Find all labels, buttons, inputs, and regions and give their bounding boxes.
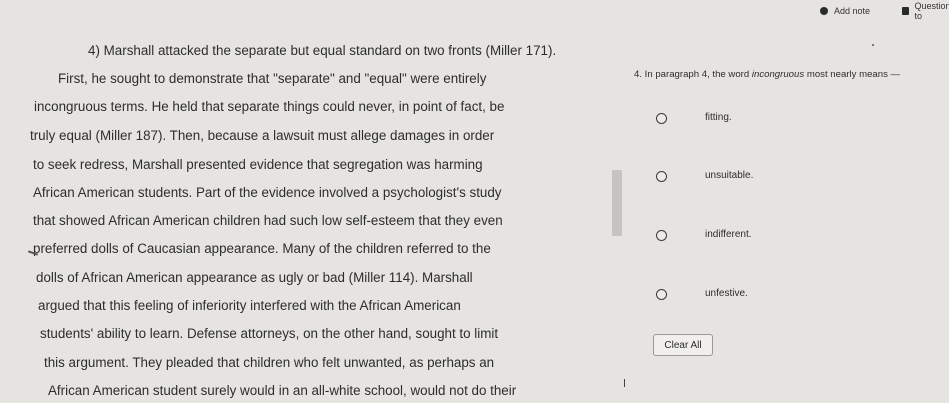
- radio-button[interactable]: [656, 113, 667, 124]
- radio-button[interactable]: [656, 171, 667, 182]
- add-note-button[interactable]: Add note: [820, 4, 870, 18]
- passage-line: that showed African American children ha…: [33, 213, 503, 228]
- stray-dot: [872, 44, 874, 46]
- question-tools-icon: [902, 7, 909, 15]
- question-tools-label: Question to: [914, 1, 949, 21]
- passage-line: this argument. They pleaded that childre…: [44, 355, 495, 370]
- passage-line: incongruous terms. He held that separate…: [34, 99, 505, 114]
- question-prompt: 4. In paragraph 4, the word incongruous …: [634, 69, 900, 80]
- answer-choice-label: unfestive.: [705, 288, 748, 299]
- passage-line: 4) Marshall attacked the separate but eq…: [88, 43, 557, 58]
- answer-choice-c[interactable]: indifferent.: [656, 227, 916, 247]
- passage-line: argued that this feeling of inferiority …: [38, 298, 461, 313]
- reading-passage: 4) Marshall attacked the separate but eq…: [0, 0, 610, 403]
- answer-choice-label: unsuitable.: [705, 170, 754, 181]
- passage-line: dolls of African American appearance as …: [36, 270, 473, 285]
- clear-all-button[interactable]: Clear All: [653, 334, 713, 356]
- passage-line: First, he sought to demonstrate that "se…: [58, 71, 487, 86]
- passage-line: to seek redress, Marshall presented evid…: [33, 157, 483, 172]
- cursor-mark: [624, 379, 625, 387]
- answer-choice-d[interactable]: unfestive.: [656, 286, 916, 306]
- answer-choice-label: fitting.: [705, 112, 732, 123]
- answer-choice-label: indifferent.: [705, 229, 752, 240]
- question-prompt-end: most nearly means —: [804, 69, 901, 80]
- question-prompt-term: incongruous: [751, 69, 805, 80]
- add-note-label: Add note: [834, 6, 871, 16]
- radio-button[interactable]: [656, 230, 667, 241]
- passage-line: truly equal (Miller 187). Then, because …: [30, 128, 495, 143]
- passage-line: African American student surely would in…: [48, 383, 517, 398]
- question-tools-button[interactable]: Question to: [902, 1, 949, 21]
- answer-choice-b[interactable]: unsuitable.: [656, 168, 916, 188]
- answer-choice-a[interactable]: fitting.: [656, 110, 916, 130]
- note-icon: [820, 7, 828, 15]
- radio-button[interactable]: [656, 289, 667, 300]
- passage-line: preferred dolls of Caucasian appearance.…: [33, 241, 491, 256]
- passage-scrollbar[interactable]: [612, 170, 622, 236]
- passage-line: African American students. Part of the e…: [33, 185, 502, 200]
- question-prompt-start: 4. In paragraph 4, the word: [634, 69, 752, 80]
- passage-line: students' ability to learn. Defense atto…: [40, 326, 499, 341]
